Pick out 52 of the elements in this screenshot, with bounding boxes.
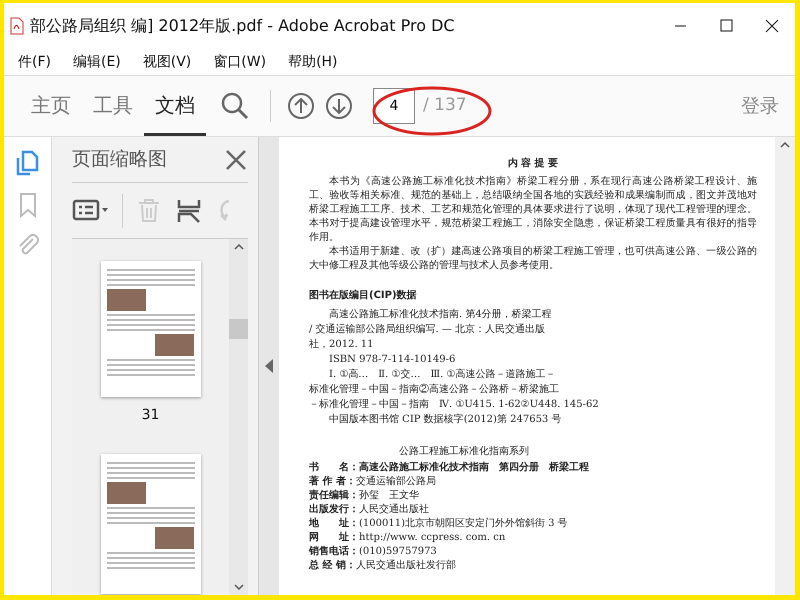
- imprint-label: 责任编辑：: [309, 489, 359, 503]
- summary-heading: 内 容 提 要: [506, 157, 560, 171]
- page-thumbnails-icon[interactable]: [14, 149, 40, 177]
- pdf-file-icon: [10, 17, 24, 35]
- scroll-down-icon[interactable]: [234, 584, 244, 591]
- imprint-label: 著 作 者：: [309, 475, 356, 489]
- page-thumbnail[interactable]: [100, 454, 200, 594]
- toolbar-tab[interactable]: 工具: [82, 76, 144, 136]
- cip-line: 高速公路施工标准化技术指南. 第4分册，桥梁工程: [328, 308, 553, 322]
- cip-line: －标准化管理－中国－指南 Ⅳ. ①U415. 1-62②U448. 145-62: [309, 398, 600, 412]
- imprint-label: 地 址：: [309, 517, 359, 531]
- imprint-value: (010)59757973: [359, 545, 437, 559]
- collapse-arrow-icon[interactable]: [265, 359, 273, 373]
- scroll-up-icon[interactable]: [780, 141, 790, 148]
- arrow-down-circle-icon[interactable]: [325, 92, 353, 120]
- imprint-label: 书 名：: [309, 461, 359, 475]
- page-thumbnail[interactable]: [100, 261, 200, 397]
- imprint-value: (100011)北京市朝阳区安定门外外馆斜街 3 号: [359, 517, 568, 531]
- cip-line: 中国版本图书馆 CIP 数据核字(2012)第 247653 号: [328, 413, 562, 427]
- cip-line: / 交通运输部公路局组织编写. — 北京：人民交通出版: [309, 323, 546, 337]
- cip-line: 标准化管理－中国－指南②高速公路－公路桥－桥梁施工: [309, 383, 560, 397]
- cip-line: 社，2012. 11: [309, 338, 375, 352]
- search-icon[interactable]: [220, 91, 250, 121]
- imprint-value: 交通运输部公路局: [356, 475, 436, 489]
- series-title: 公路工程施工标准化指南系列: [399, 445, 530, 459]
- scroll-up-icon[interactable]: [234, 243, 244, 250]
- imprint-value: http://www. ccpress. com. cn: [359, 531, 506, 545]
- cip-line: Ⅰ. ①高… Ⅱ. ①交… Ⅲ. ①高速公路－道路施工－: [328, 368, 556, 382]
- toolbar-tab[interactable]: 主页: [20, 76, 82, 136]
- imprint-label: 总 经 销：: [309, 559, 356, 573]
- menu-item[interactable]: 件(F): [4, 52, 61, 72]
- menu-item[interactable]: 视图(V): [130, 52, 202, 72]
- menu-item[interactable]: 窗口(W): [201, 52, 276, 72]
- scrollbar-thumb[interactable]: [229, 319, 248, 339]
- summary-paragraph: 本书为《高速公路施工标准化技术指南》桥梁工程分册，系在现行高速公路桥梁工程设计、施工、验收等相关标准、规范的基础上，总结吸纳全国各地的实践经验和成果编制而成，图文并茂地对桥梁工程施工工序、技术、工艺和规范化管理的具体要求进行了说明，体现了现代工程管理的理念。本书对于提高建设管理水平，规范桥梁工程施工，消除安全隐患，保证桥梁工程质量具有很好的指导作用。: [309, 175, 757, 245]
- menu-item[interactable]: 帮助(H): [276, 52, 348, 72]
- imprint-value: 人民交通出版社发行部: [356, 559, 456, 573]
- page-number-label: 31: [142, 406, 160, 425]
- arrow-up-circle-icon[interactable]: [287, 92, 315, 120]
- imprint-value: 孙玺 王文华: [359, 489, 419, 503]
- imprint-value: 人民交通出版社: [359, 503, 429, 517]
- panel-title: 页面缩略图: [72, 147, 168, 172]
- summary-paragraph: 本书适用于新建、改（扩）建高速公路项目的桥梁工程施工管理，也可供高速公路、一级公路的大中修工程及其他等级公路的管理与技术人员参考使用。: [309, 245, 757, 273]
- imprint-value: 高速公路施工标准化技术指南 第四分册 桥梁工程: [359, 461, 589, 475]
- cip-line: ISBN 978-7-114-10149-6: [328, 353, 456, 367]
- cip-heading: 图书在版编目(CIP)数据: [309, 289, 418, 303]
- page-count: / 137: [423, 94, 467, 118]
- menu-item[interactable]: 编辑(E): [60, 52, 131, 72]
- imprint-label: 销售电话：: [309, 545, 359, 559]
- imprint-label: 网 址：: [309, 531, 359, 545]
- window-title: 部公路局组织 编] 2012年版.pdf - Adobe Acrobat Pro DC: [30, 15, 455, 37]
- imprint-label: 出版发行：: [309, 503, 359, 517]
